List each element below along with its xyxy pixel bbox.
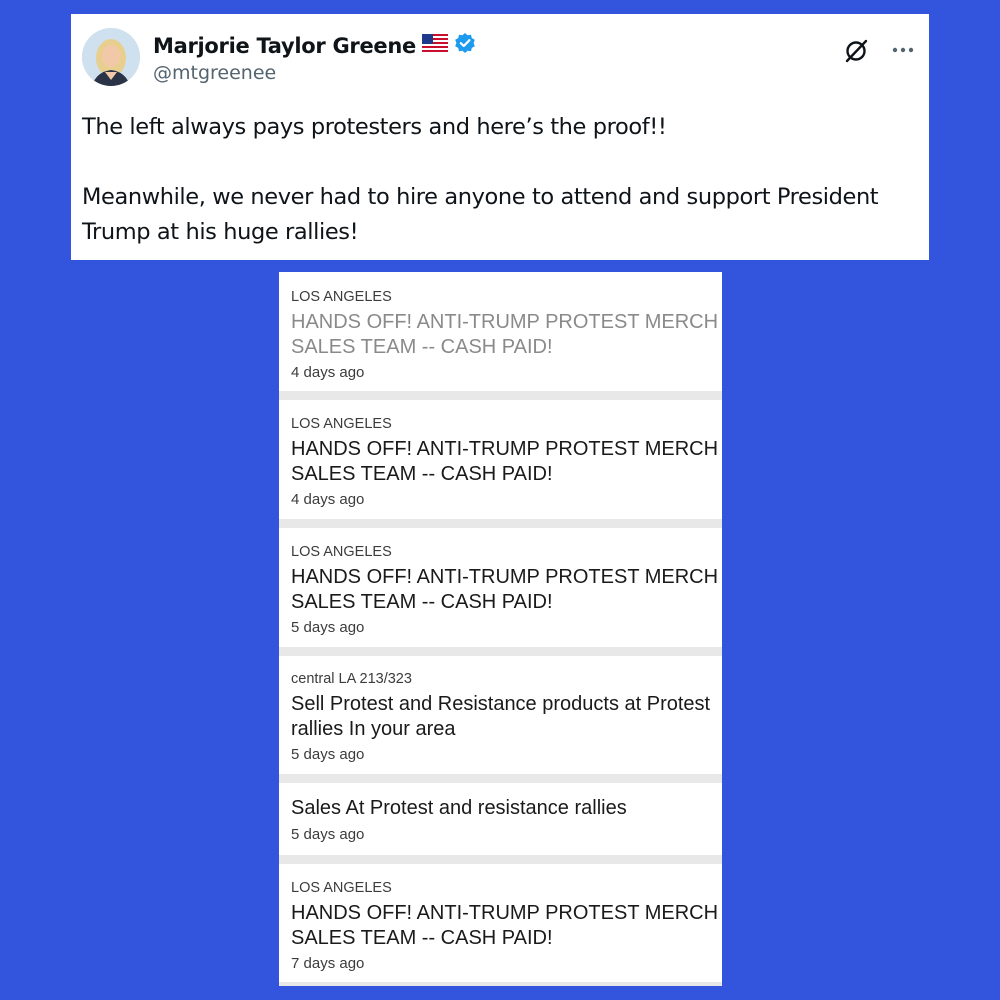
listing-title[interactable]: HANDS OFF! ANTI-TRUMP PROTEST MERCH SALE… xyxy=(291,565,722,614)
display-name[interactable]: Marjorie Taylor Greene xyxy=(153,34,416,58)
user-handle[interactable]: @mtgreenee xyxy=(153,62,276,84)
tweet-paragraph: Meanwhile, we never had to hire anyone t… xyxy=(82,184,879,245)
tweet-paragraph: The left always pays protesters and here… xyxy=(82,114,667,140)
us-flag-icon xyxy=(421,34,448,57)
listing-age: 5 days ago xyxy=(291,825,365,843)
listing-title[interactable]: HANDS OFF! ANTI-TRUMP PROTEST MERCH SALE… xyxy=(291,437,722,486)
listing-location: LOS ANGELES xyxy=(291,416,392,432)
more-options-icon[interactable] xyxy=(891,42,915,60)
listing-title[interactable]: HANDS OFF! ANTI-TRUMP PROTEST MERCH SALE… xyxy=(291,901,722,950)
avatar[interactable] xyxy=(82,28,140,86)
listing-location: LOS ANGELES xyxy=(291,544,392,560)
listing-location: LOS ANGELES xyxy=(291,289,392,305)
grok-icon[interactable] xyxy=(843,38,869,69)
listing-item[interactable]: Sales At Protest and resistance rallies … xyxy=(279,783,722,855)
listings-panel: LOS ANGELES HANDS OFF! ANTI-TRUMP PROTES… xyxy=(279,272,722,986)
listing-age: 4 days ago xyxy=(291,364,365,381)
listing-location: LOS ANGELES xyxy=(291,880,392,896)
listing-item[interactable]: central LA 213/323 Sell Protest and Resi… xyxy=(279,656,722,774)
listing-age: 5 days ago xyxy=(291,746,365,763)
listing-title[interactable]: Sell Protest and Resistance products at … xyxy=(291,692,722,741)
listing-age: 7 days ago xyxy=(291,955,365,972)
listing-age: 5 days ago xyxy=(291,619,365,636)
listing-item[interactable]: LOS ANGELES HANDS OFF! ANTI-TRUMP PROTES… xyxy=(279,400,722,519)
listing-location: central LA 213/323 xyxy=(291,671,412,687)
listing-item[interactable]: LOS ANGELES HANDS OFF! ANTI-TRUMP PROTES… xyxy=(279,864,722,982)
listing-item[interactable]: LOS ANGELES HANDS OFF! ANTI-TRUMP PROTES… xyxy=(279,528,722,647)
tweet-card: Marjorie Taylor Greene @mtgreenee The le… xyxy=(71,14,929,260)
listing-age: 4 days ago xyxy=(291,491,365,508)
listing-title[interactable]: HANDS OFF! ANTI-TRUMP PROTEST MERCH SALE… xyxy=(291,310,722,359)
listing-title[interactable]: Sales At Protest and resistance rallies xyxy=(291,796,722,821)
author-row: Marjorie Taylor Greene xyxy=(153,32,476,59)
tweet-text: The left always pays protesters and here… xyxy=(82,110,922,250)
verified-badge-icon xyxy=(454,32,476,59)
listing-item[interactable]: LOS ANGELES HANDS OFF! ANTI-TRUMP PROTES… xyxy=(279,272,722,391)
